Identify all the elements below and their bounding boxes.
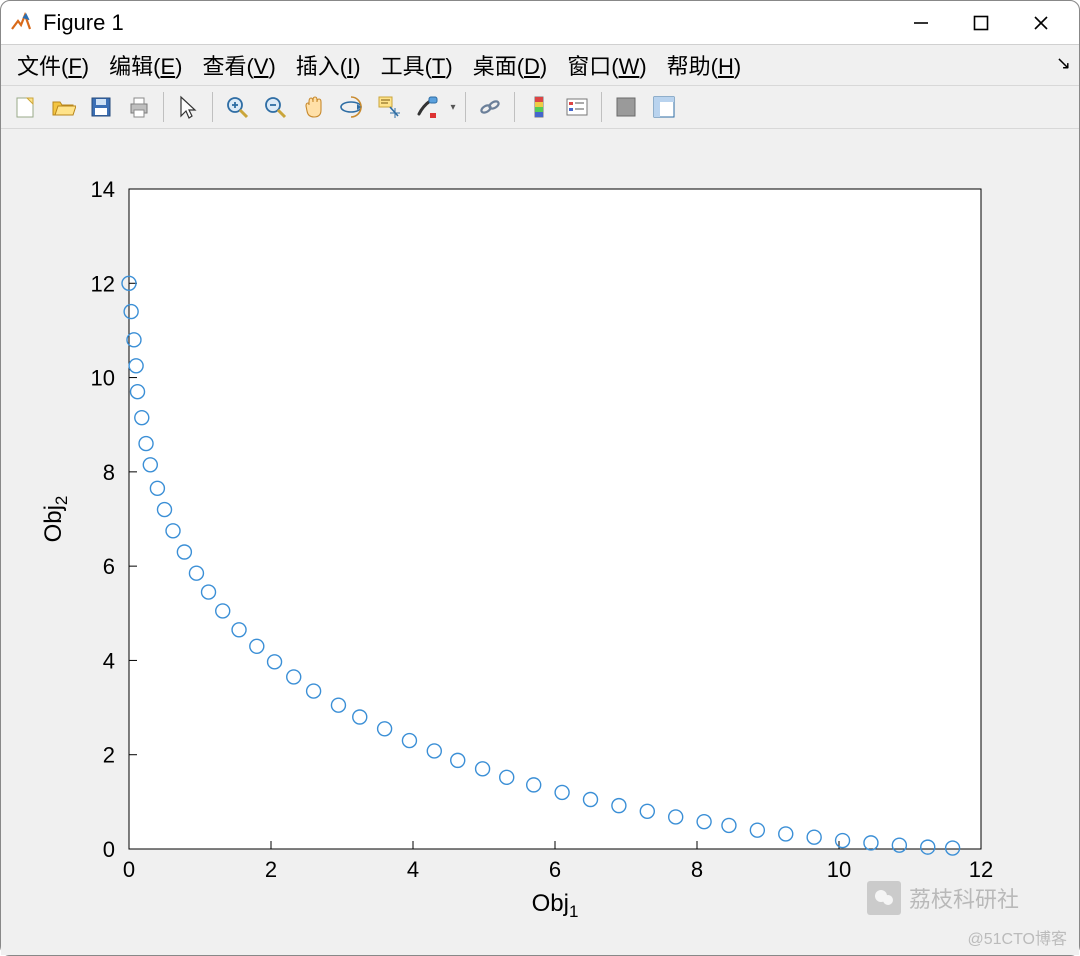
- insert-colorbar-button[interactable]: [521, 89, 557, 125]
- xtick-label: 10: [827, 857, 851, 882]
- brush-dropdown[interactable]: ▾: [447, 102, 459, 113]
- xlabel: Obj1: [532, 890, 579, 921]
- wechat-icon: [867, 881, 901, 915]
- ytick-label: 0: [103, 837, 115, 862]
- titlebar: Figure 1: [1, 1, 1079, 45]
- xtick-label: 4: [407, 857, 419, 882]
- zoom-in-button[interactable]: [219, 89, 255, 125]
- link-plot-button[interactable]: [472, 89, 508, 125]
- menu-desktop[interactable]: 桌面(D): [465, 45, 556, 85]
- new-figure-button[interactable]: [7, 89, 43, 125]
- show-plot-tools-button[interactable]: [646, 89, 682, 125]
- ytick-label: 4: [103, 648, 115, 673]
- brush-button[interactable]: [409, 89, 445, 125]
- window-title: Figure 1: [43, 10, 124, 36]
- pan-button[interactable]: [295, 89, 331, 125]
- menubar: 文件(F) 编辑(E) 查看(V) 插入(I) 工具(T) 桌面(D) 窗口(W…: [1, 45, 1079, 85]
- print-button[interactable]: [121, 89, 157, 125]
- axes[interactable]: 0 2 4 6 8 10 12 0 2 4 6 8 10 12 14 Obj1 Obj2: [1, 129, 1079, 951]
- figure-window: Figure 1 文件(F) 编辑(E) 查看(V) 插入(I) 工具(T) 桌…: [0, 0, 1080, 956]
- edit-plot-button[interactable]: [170, 89, 206, 125]
- zoom-out-button[interactable]: [257, 89, 293, 125]
- ytick-label: 12: [91, 271, 115, 296]
- xtick-label: 8: [691, 857, 703, 882]
- rotate3d-button[interactable]: [333, 89, 369, 125]
- hide-plot-tools-button[interactable]: [608, 89, 644, 125]
- menu-help[interactable]: 帮助(H): [659, 45, 750, 85]
- xtick-label: 0: [123, 857, 135, 882]
- menu-view[interactable]: 查看(V): [194, 45, 283, 85]
- data-cursor-button[interactable]: [371, 89, 407, 125]
- xtick-label: 6: [549, 857, 561, 882]
- save-button[interactable]: [83, 89, 119, 125]
- xtick-label: 2: [265, 857, 277, 882]
- ytick-label: 10: [91, 366, 115, 391]
- menu-edit[interactable]: 编辑(E): [101, 45, 190, 85]
- dock-arrow-icon[interactable]: ↘: [1056, 53, 1071, 74]
- insert-legend-button[interactable]: [559, 89, 595, 125]
- watermark-brand: 荔枝科研社: [867, 881, 1019, 915]
- menu-window[interactable]: 窗口(W): [559, 45, 654, 85]
- menu-insert[interactable]: 插入(I): [288, 45, 369, 85]
- minimize-button[interactable]: [891, 3, 951, 43]
- menu-tools[interactable]: 工具(T): [373, 45, 461, 85]
- watermark-brand-text: 荔枝科研社: [909, 882, 1019, 914]
- toolbar: ▾: [1, 85, 1079, 129]
- matlab-app-icon: [9, 11, 33, 35]
- watermark-source: @51CTO博客: [967, 925, 1067, 949]
- ytick-label: 14: [91, 177, 115, 202]
- menu-file[interactable]: 文件(F): [9, 45, 97, 85]
- maximize-button[interactable]: [951, 3, 1011, 43]
- plot-area: 0 2 4 6 8 10 12 0 2 4 6 8 10 12 14 Obj1 Obj2 荔枝科研社 @51CT…: [1, 129, 1079, 955]
- open-button[interactable]: [45, 89, 81, 125]
- xtick-label: 12: [969, 857, 993, 882]
- close-button[interactable]: [1011, 3, 1071, 43]
- ylabel: Obj2: [40, 496, 71, 543]
- ytick-label: 2: [103, 743, 115, 768]
- ytick-label: 8: [103, 460, 115, 485]
- ytick-label: 6: [103, 554, 115, 579]
